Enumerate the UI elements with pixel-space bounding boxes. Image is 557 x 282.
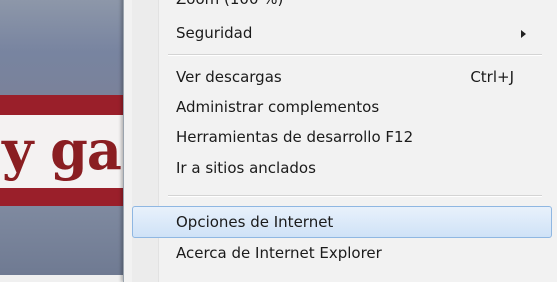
- menu-item-shortcut: Ctrl+J: [470, 68, 514, 86]
- submenu-arrow-icon: [521, 30, 526, 38]
- menu-item-herramientas-desarrollo[interactable]: Herramientas de desarrollo F12: [124, 122, 557, 152]
- browser-page-background: y ga: [0, 0, 135, 275]
- tools-menu: Zoom (100 %) Seguridad Ver descargas Ctr…: [123, 0, 557, 282]
- page-red-band-bottom: [0, 188, 135, 206]
- menu-item-opciones-internet[interactable]: Opciones de Internet: [132, 206, 552, 238]
- menu-item-label: Opciones de Internet: [176, 213, 334, 231]
- page-header-image: [0, 0, 135, 95]
- menu-separator: [168, 195, 542, 197]
- menu-item-zoom[interactable]: Zoom (100 %): [124, 0, 557, 14]
- menu-item-administrar-complementos[interactable]: Administrar complementos: [124, 92, 557, 122]
- menu-item-label: Acerca de Internet Explorer: [176, 244, 382, 262]
- menu-separator: [168, 54, 542, 56]
- menu-item-sitios-anclados[interactable]: Ir a sitios anclados: [124, 153, 557, 183]
- menu-item-acerca-ie[interactable]: Acerca de Internet Explorer: [124, 238, 557, 268]
- menu-item-label: Administrar complementos: [176, 98, 380, 116]
- menu-item-label: Zoom (100 %): [176, 0, 283, 14]
- menu-item-seguridad[interactable]: Seguridad: [124, 18, 557, 48]
- page-red-band-top: [0, 95, 135, 115]
- menu-item-label: Seguridad: [176, 24, 253, 42]
- menu-item-label: Ver descargas: [176, 68, 282, 86]
- menu-item-label: Herramientas de desarrollo F12: [176, 128, 414, 146]
- page-partial-title: y ga: [2, 118, 122, 182]
- menu-item-label: Ir a sitios anclados: [176, 159, 316, 177]
- menu-item-ver-descargas[interactable]: Ver descargas Ctrl+J: [124, 62, 557, 92]
- page-lower-image: [0, 206, 135, 275]
